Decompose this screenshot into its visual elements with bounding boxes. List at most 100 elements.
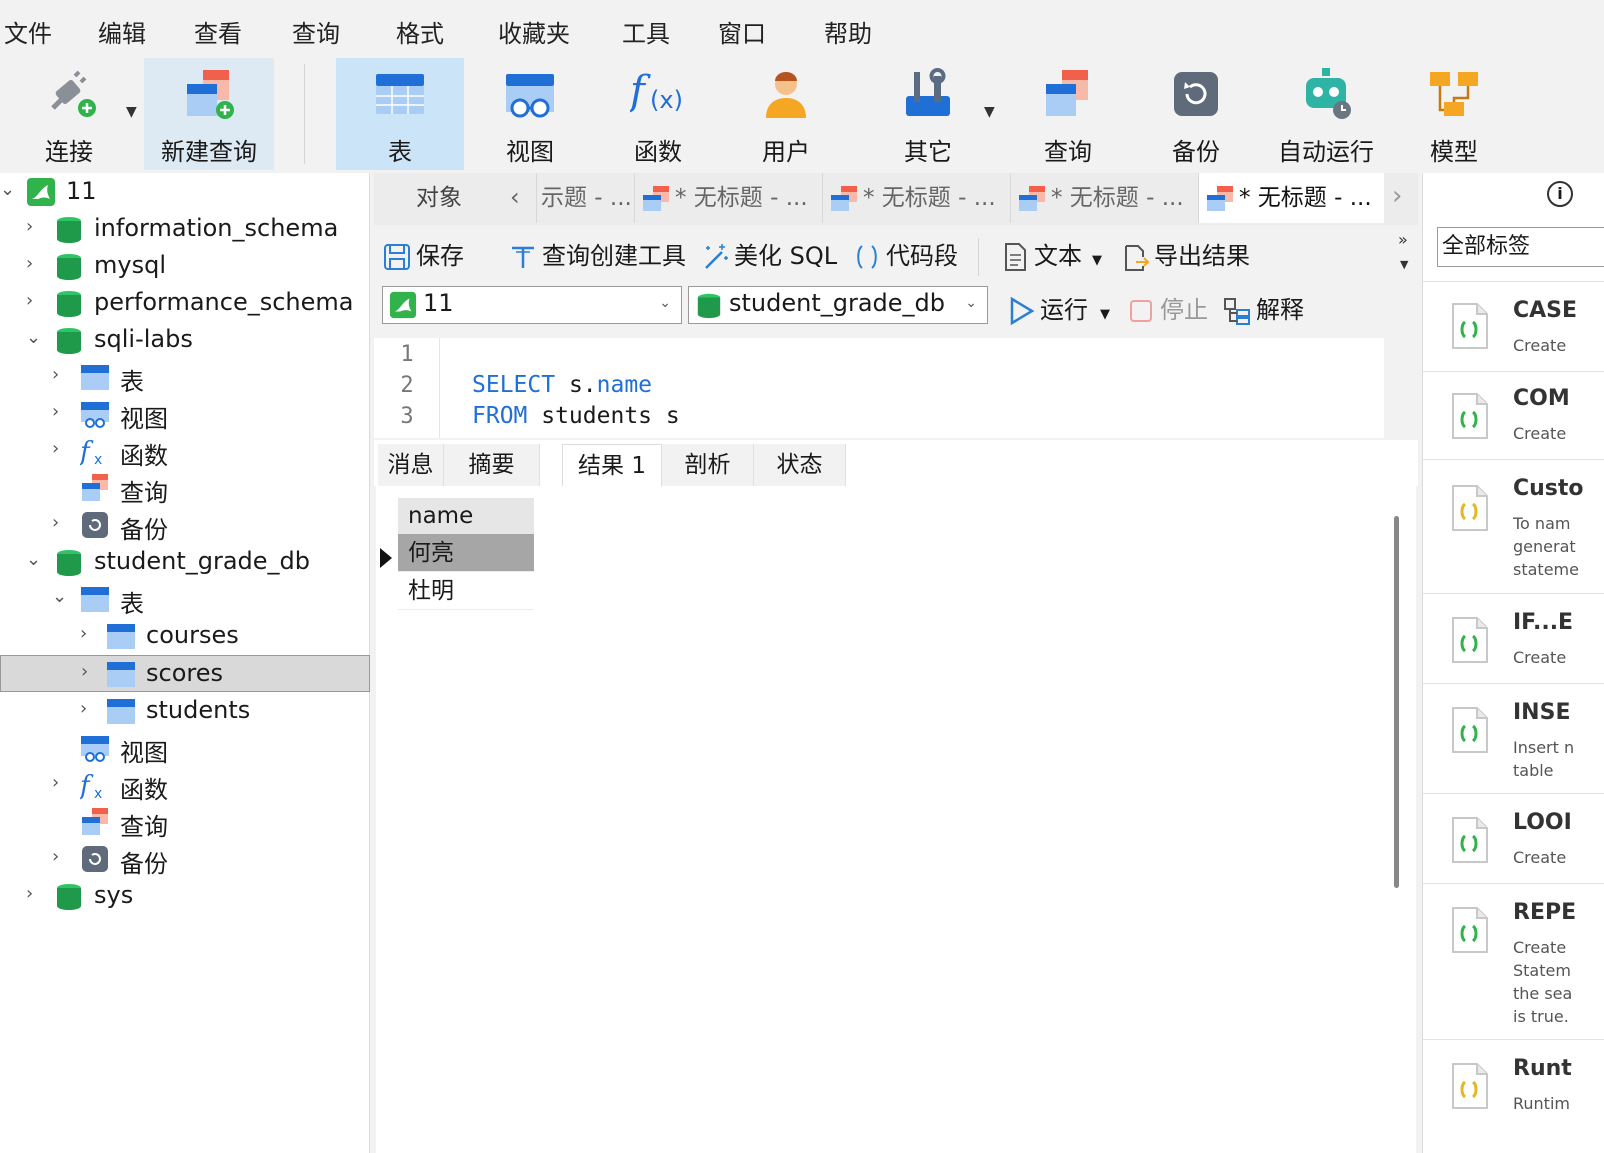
menu-help[interactable]: 帮助 [824, 14, 872, 49]
tree-db-information-schema[interactable]: › information_schema [0, 210, 370, 247]
tree-table-courses[interactable]: › courses [0, 617, 370, 654]
chevron-right-icon[interactable]: › [26, 216, 42, 237]
chevron-down-icon[interactable]: ⌄ [52, 586, 68, 607]
tab-summary[interactable]: 摘要 [444, 444, 540, 486]
query-builder-button[interactable]: 查询创建工具 [508, 238, 686, 274]
tab-query-4[interactable]: * 无标题 - ... [1010, 173, 1196, 223]
snippet-item[interactable]: IF...E Create [1423, 593, 1604, 683]
chevron-right-icon[interactable]: › [80, 698, 96, 719]
tree-node-tables[interactable]: › 表 [0, 358, 370, 396]
menu-window[interactable]: 窗口 [718, 14, 766, 49]
stop-button[interactable]: 停止 [1126, 292, 1208, 328]
chevron-down-icon[interactable]: ⌄ [0, 179, 16, 200]
beautify-sql-button[interactable]: 美化 SQL [700, 238, 837, 274]
tree-node-functions[interactable]: › f x 函数 [0, 766, 370, 804]
chevron-right-icon[interactable]: › [26, 253, 42, 274]
chevron-right-icon[interactable]: › [52, 512, 68, 533]
chevron-right-icon[interactable]: › [80, 623, 96, 644]
chevron-right-icon[interactable]: › [26, 290, 42, 311]
save-button[interactable]: 保存 [382, 238, 464, 274]
toolbar-overflow-icon[interactable]: » [1398, 230, 1408, 249]
run-button[interactable]: 运行 ▼ [1006, 292, 1110, 328]
tab-scroll-left-icon[interactable]: ‹ [510, 183, 520, 211]
explain-button[interactable]: 解释 [1222, 292, 1304, 328]
tree-node-views[interactable]: › 视图 [0, 395, 370, 433]
tree-db-sqli-labs[interactable]: ⌄ sqli-labs [0, 321, 370, 358]
menu-edit[interactable]: 编辑 [98, 14, 146, 49]
chevron-down-icon[interactable]: ⌄ [26, 327, 42, 348]
tab-query-1[interactable]: 示题 - ... [536, 173, 632, 223]
snippet-item[interactable]: CASE Create [1423, 281, 1604, 371]
tree-connection-11[interactable]: ⌄ 11 [0, 173, 370, 210]
chevron-right-icon[interactable]: › [52, 401, 68, 422]
connect-button[interactable]: 连接 [14, 58, 124, 170]
tree-table-scores[interactable]: › scores [0, 655, 370, 692]
tab-scroll-right-icon[interactable]: › [1392, 181, 1402, 211]
menu-favorites[interactable]: 收藏夹 [498, 14, 570, 49]
table-button[interactable]: 表 [336, 58, 464, 170]
tree-node-queries[interactable]: 查询 [0, 469, 370, 507]
tab-query-2[interactable]: * 无标题 - ... [634, 173, 820, 223]
chevron-right-icon[interactable]: › [52, 438, 68, 459]
tag-filter-select[interactable]: 全部标签 [1437, 227, 1604, 267]
object-tree[interactable]: ⌄ 11 › information_schema › mysql › perf… [0, 173, 370, 1153]
chevron-down-icon[interactable]: ⌄ [26, 549, 42, 570]
backup-button[interactable]: 备份 [1136, 58, 1256, 170]
snippet-item[interactable]: INSE Insert n table [1423, 683, 1604, 793]
tab-query-5-active[interactable]: * 无标题 - ... [1198, 173, 1384, 223]
tab-objects[interactable]: 对象 [374, 173, 504, 223]
menu-view[interactable]: 查看 [194, 14, 242, 49]
model-button[interactable]: 模型 [1396, 58, 1512, 170]
tab-result-1[interactable]: 结果 1 [562, 444, 662, 486]
query-button[interactable]: 查询 [1008, 58, 1128, 170]
function-button[interactable]: f (x) 函数 [596, 58, 720, 170]
snippet-item[interactable]: LOOI Create [1423, 793, 1604, 883]
tree-node-backups[interactable]: › 备份 [0, 840, 370, 878]
result-grid[interactable]: name 何亮 杜明 [376, 486, 1416, 1153]
tree-node-functions[interactable]: › f x 函数 [0, 432, 370, 470]
export-results-button[interactable]: 导出结果 [1120, 238, 1250, 274]
sql-editor[interactable]: 1 2 3 SELECT s.name FROM students s [374, 338, 1384, 438]
chevron-right-icon[interactable]: › [52, 364, 68, 385]
toolbar-overflow-dropdown-icon[interactable]: ▼ [1400, 258, 1408, 271]
tree-node-backups[interactable]: › 备份 [0, 506, 370, 544]
menu-tools[interactable]: 工具 [622, 14, 670, 49]
tab-messages[interactable]: 消息 [378, 444, 444, 486]
other-button[interactable]: 其它 [868, 58, 988, 170]
snippet-item[interactable]: Runt Runtim [1423, 1039, 1604, 1119]
menu-format[interactable]: 格式 [396, 14, 444, 49]
tree-db-performance-schema[interactable]: › performance_schema [0, 284, 370, 321]
table-row[interactable]: 杜明 [398, 572, 534, 610]
chevron-right-icon[interactable]: › [52, 772, 68, 793]
snippet-item[interactable]: COM Create [1423, 371, 1604, 459]
tree-db-sys[interactable]: › sys [0, 877, 370, 914]
user-button[interactable]: 用户 [724, 58, 848, 170]
other-dropdown-icon[interactable]: ▼ [984, 104, 995, 120]
table-row[interactable]: 何亮 [398, 534, 534, 572]
connection-select[interactable]: 11 ⌄ [382, 286, 682, 324]
tab-profile[interactable]: 剖析 [662, 444, 754, 486]
menu-file[interactable]: 文件 [4, 14, 52, 49]
snippet-item[interactable]: Custo To nam generat stateme [1423, 459, 1604, 593]
chevron-right-icon[interactable]: › [81, 661, 97, 682]
tree-node-queries[interactable]: 查询 [0, 803, 370, 841]
automation-button[interactable]: 自动运行 [1266, 58, 1386, 170]
tree-table-students[interactable]: › students [0, 692, 370, 729]
info-icon[interactable]: i [1547, 181, 1573, 207]
column-header-name[interactable]: name [398, 498, 534, 534]
tree-db-student-grade-db[interactable]: ⌄ student_grade_db [0, 543, 370, 580]
tab-status[interactable]: 状态 [754, 444, 846, 486]
tab-query-3[interactable]: * 无标题 - ... [822, 173, 1008, 223]
snippet-item[interactable]: REPE Create Statem the sea is true. [1423, 883, 1604, 1039]
chevron-right-icon[interactable]: › [52, 846, 68, 867]
tree-db-mysql[interactable]: › mysql [0, 247, 370, 284]
snippet-button[interactable]: 代码段 [852, 238, 958, 274]
text-button[interactable]: 文本 ▼ [1000, 238, 1102, 274]
vertical-scrollbar[interactable] [1394, 516, 1399, 888]
new-query-button[interactable]: 新建查询 [144, 58, 274, 170]
database-select[interactable]: student_grade_db ⌄ [688, 286, 988, 324]
connect-dropdown-icon[interactable]: ▼ [126, 104, 137, 120]
chevron-right-icon[interactable]: › [26, 883, 42, 904]
menu-query[interactable]: 查询 [292, 14, 340, 49]
tree-node-views[interactable]: 视图 [0, 729, 370, 767]
